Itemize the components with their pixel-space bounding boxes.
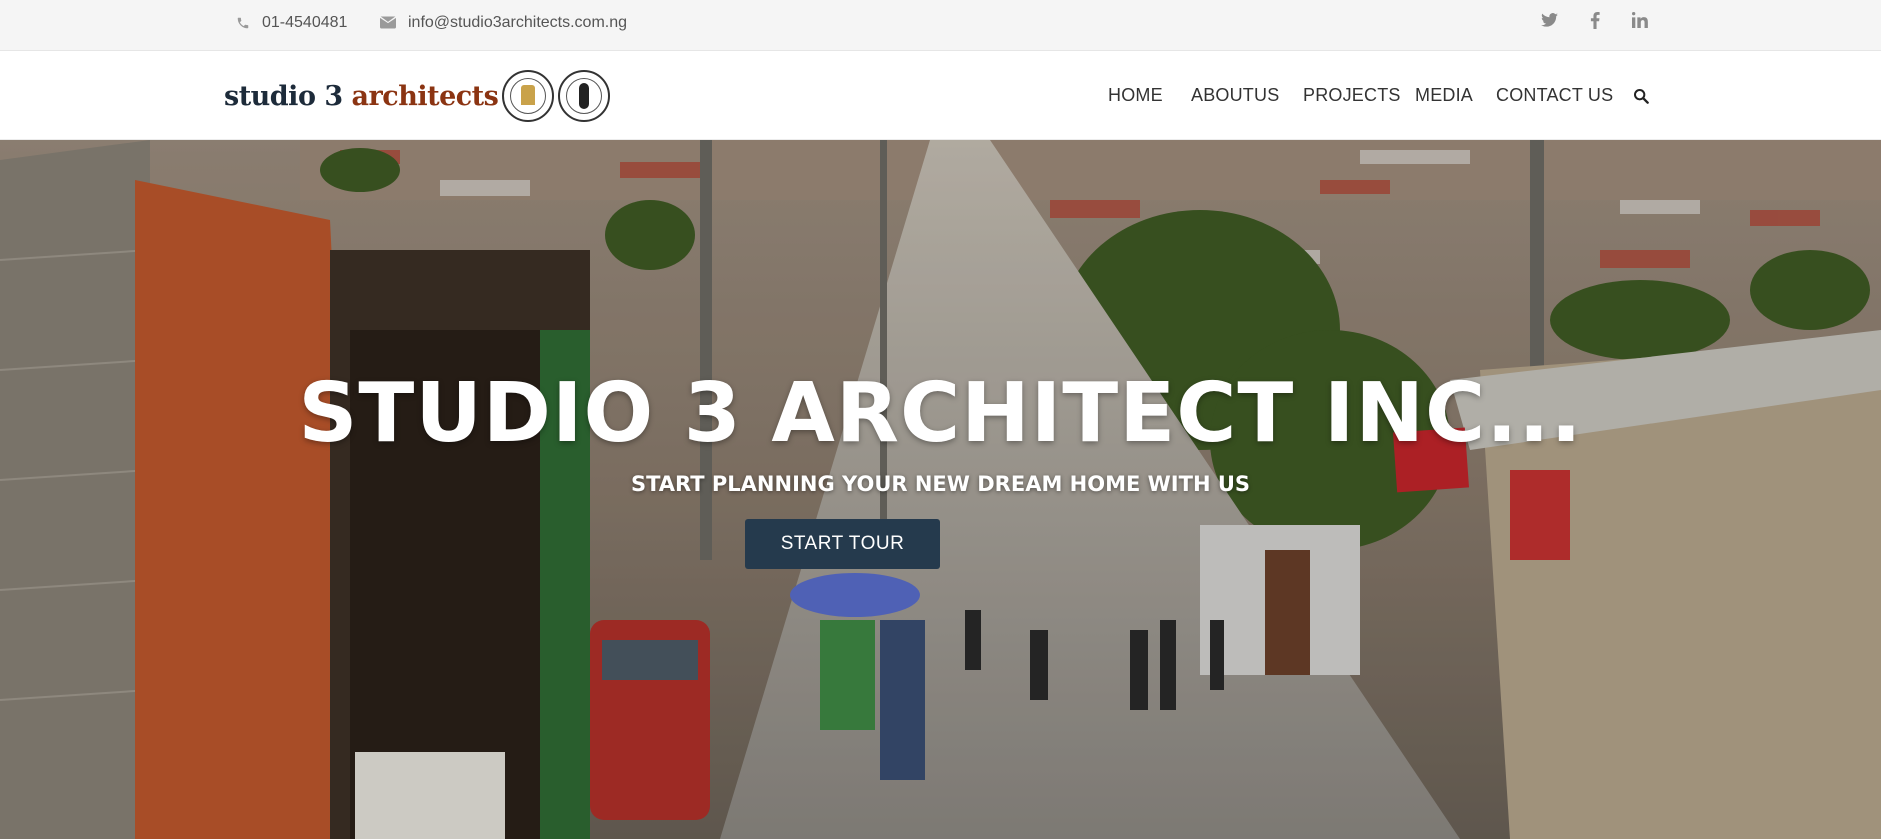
facebook-icon xyxy=(1590,11,1600,34)
logo-word-studio: studio 3 xyxy=(224,80,343,112)
nav-about[interactable]: ABOUTUS xyxy=(1191,85,1279,106)
start-tour-button[interactable]: START TOUR xyxy=(745,519,940,569)
hero-subtitle: START PLANNING YOUR NEW DREAM HOME WITH … xyxy=(630,472,1251,496)
phone-icon xyxy=(236,16,250,30)
twitter-icon xyxy=(1541,13,1558,32)
nav-contact[interactable]: CONTACT US xyxy=(1496,85,1613,106)
nav-projects[interactable]: PROJECTS xyxy=(1303,85,1401,106)
institute-seal-icon xyxy=(502,70,555,122)
linkedin-icon xyxy=(1632,12,1648,33)
phone-contact[interactable]: 01-4540481 xyxy=(236,0,347,45)
logo-wordmark: studio 3 architects xyxy=(224,80,499,112)
phone-number: 01-4540481 xyxy=(262,13,348,31)
site-header: studio 3 architects HOME ABOUTUS PROJECT… xyxy=(0,51,1881,140)
hero-banner: STUDIO 3 ARCHITECT INC... START PLANNING… xyxy=(0,140,1881,839)
nav-media[interactable]: MEDIA xyxy=(1415,85,1473,106)
nav-home[interactable]: HOME xyxy=(1108,85,1163,106)
search-icon[interactable] xyxy=(1633,88,1649,104)
twitter-link[interactable] xyxy=(1541,0,1558,45)
site-logo[interactable]: studio 3 architects xyxy=(224,65,611,127)
envelope-icon xyxy=(380,16,396,29)
facebook-link[interactable] xyxy=(1590,0,1600,45)
linkedin-link[interactable] xyxy=(1632,0,1648,45)
email-address: info@studio3architects.com.ng xyxy=(408,13,628,31)
email-contact[interactable]: info@studio3architects.com.ng xyxy=(380,0,627,45)
logo-word-architects: architects xyxy=(351,80,499,112)
architects-seal-icon xyxy=(558,70,611,122)
hero-title: STUDIO 3 ARCHITECT INC... xyxy=(298,366,1583,461)
top-bar: 01-4540481 info@studio3architects.com.ng xyxy=(0,0,1881,51)
